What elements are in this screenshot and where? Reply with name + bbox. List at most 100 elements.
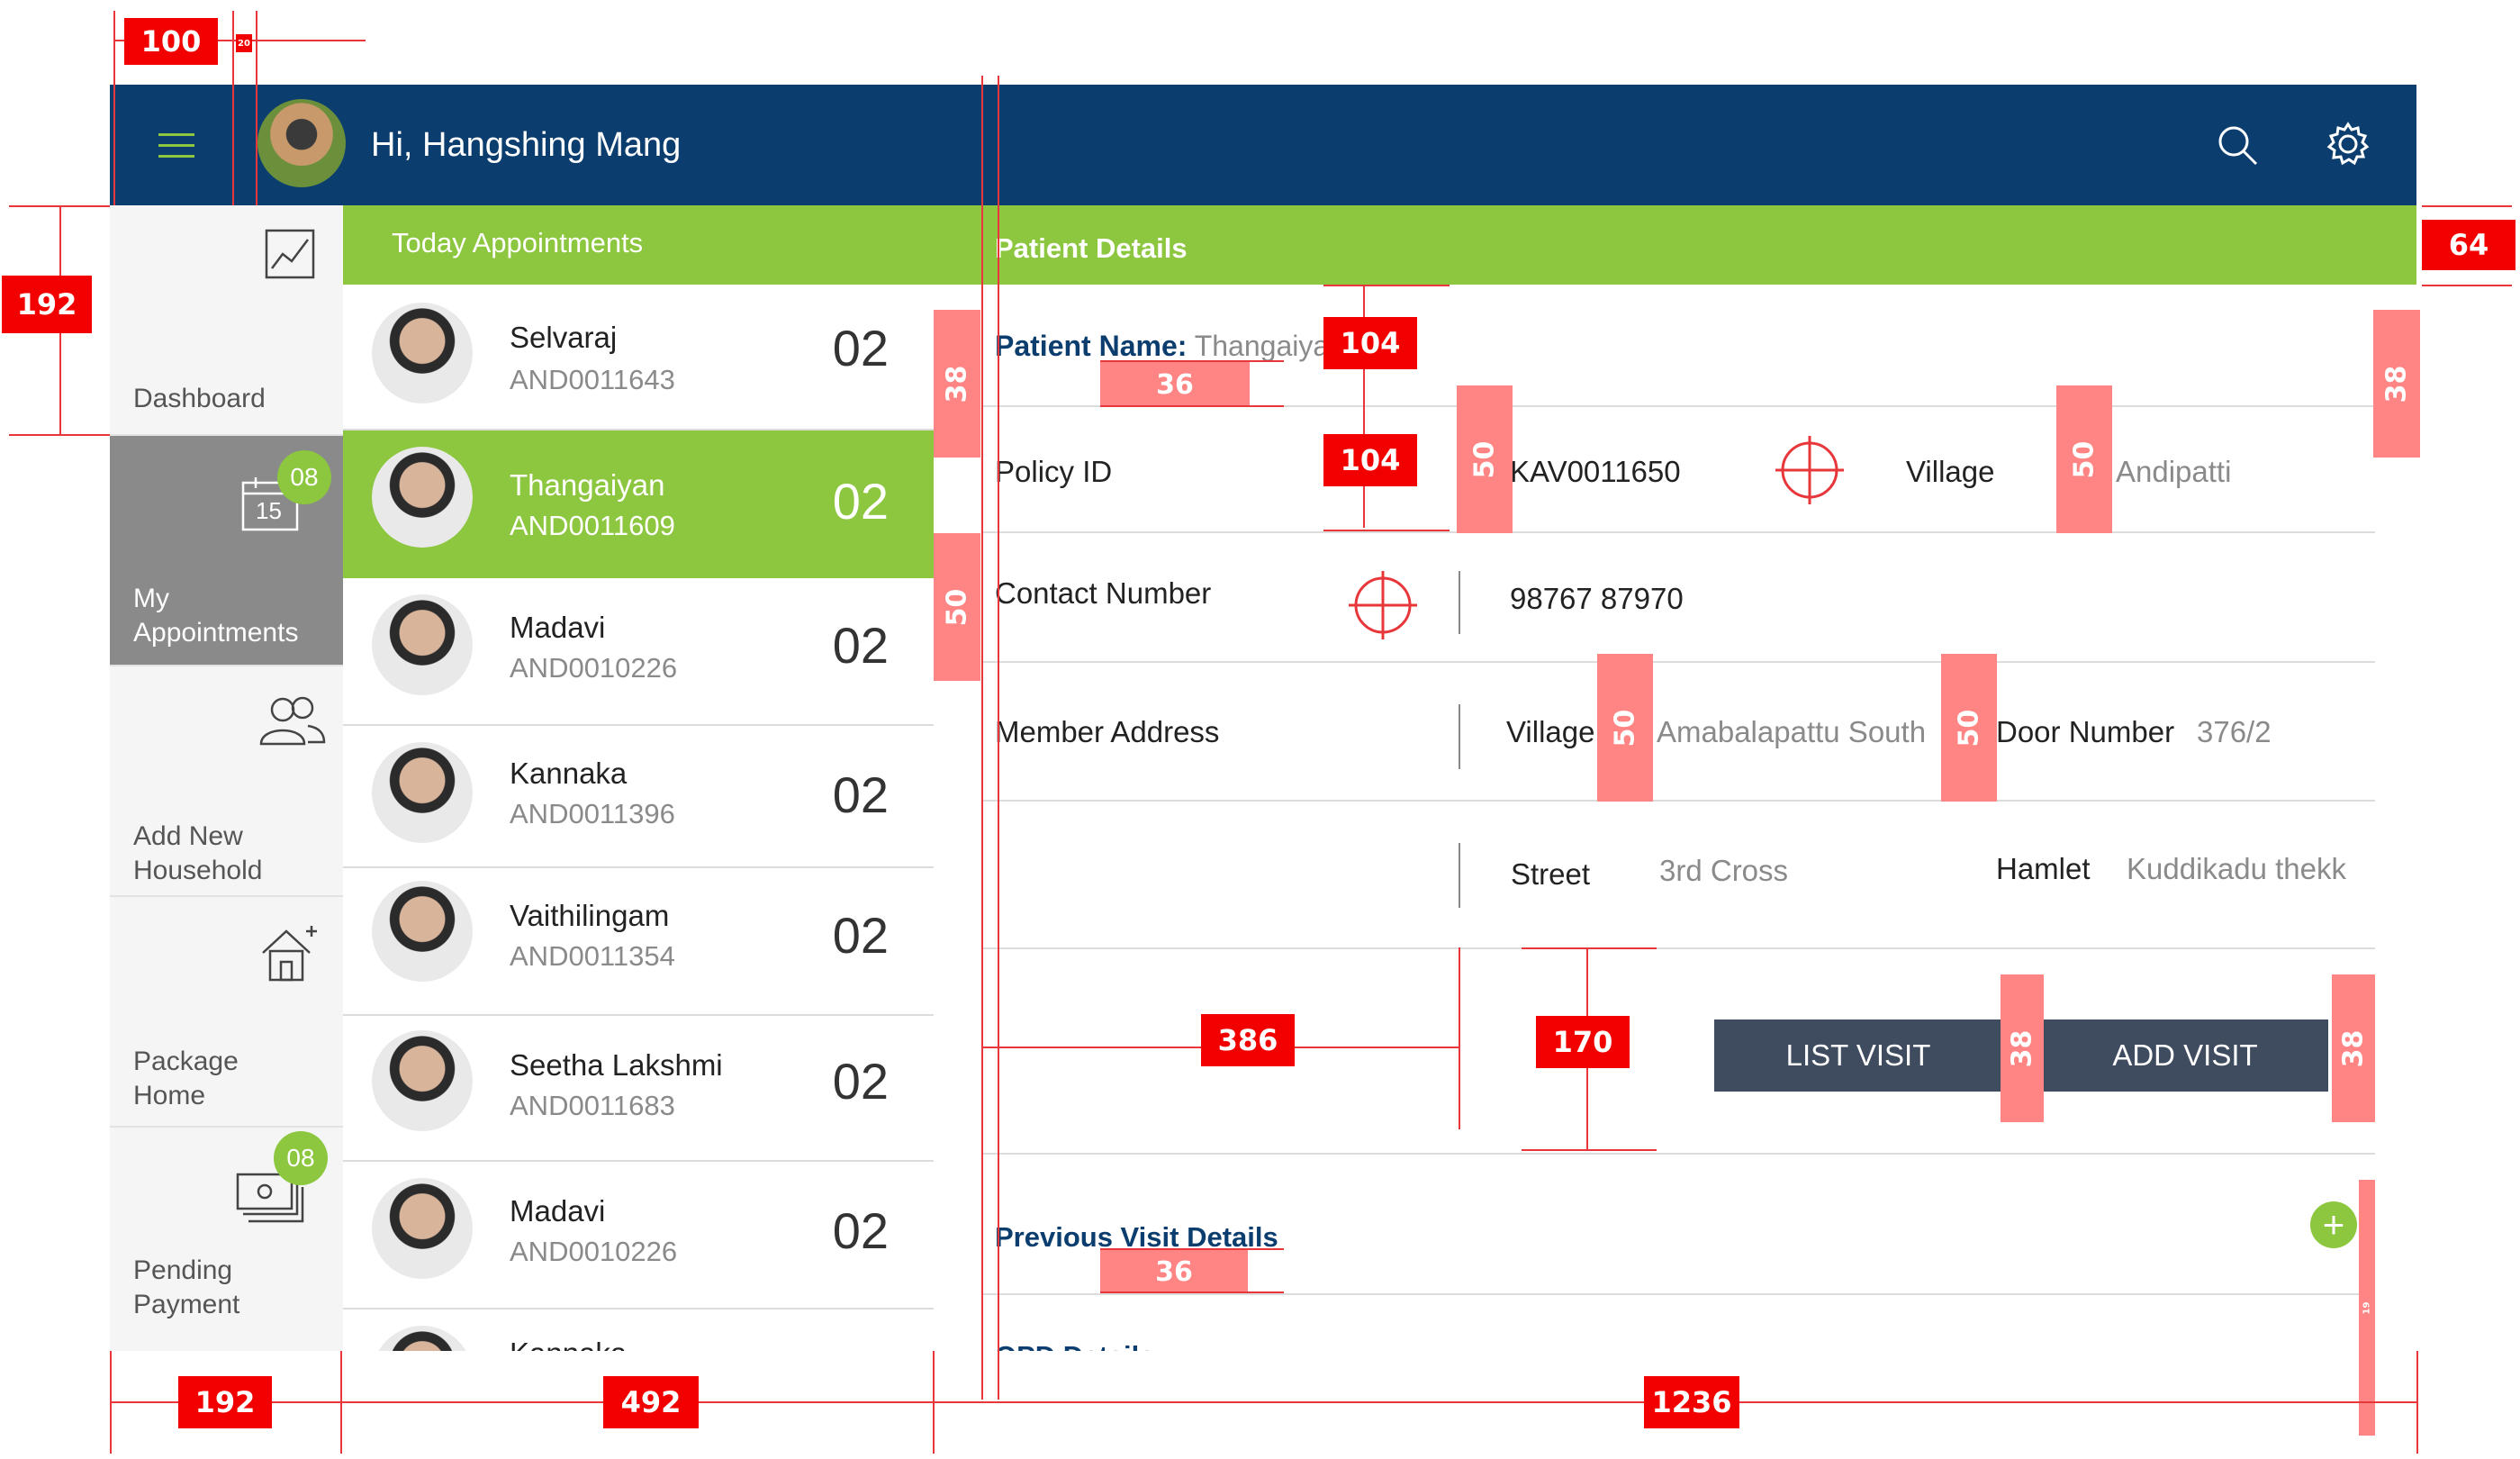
patient-name: Patient Name: Thangaiya (995, 330, 1329, 363)
appointment-name: Madavi (510, 1194, 606, 1228)
list-visit-button[interactable]: LIST VISIT (1714, 1019, 2002, 1092)
appointment-id: AND0011354 (510, 940, 675, 972)
contact-number-label: Contact Number (995, 576, 1212, 610)
appointment-row[interactable]: Selvaraj AND0011643 02 (343, 285, 934, 429)
appointment-name: Vaithilingam (510, 899, 670, 932)
sidebar-item-my-appointments[interactable]: 15 08 My Appointments (110, 436, 343, 665)
user-avatar[interactable] (257, 99, 346, 187)
guide-line (2422, 285, 2512, 286)
spec-label: 50 (2056, 385, 2112, 533)
sidebar-item-pending-payment[interactable]: 08 Pending Payment (110, 1128, 343, 1356)
guide-line (1100, 1248, 1284, 1250)
appointment-row[interactable]: Madavi AND0010226 02 (343, 1162, 934, 1306)
spec-label: 50 (1597, 654, 1653, 802)
appointment-id: AND0010226 (510, 652, 678, 684)
patient-avatar (372, 1326, 473, 1351)
spec-label: 38 (934, 310, 980, 458)
appointment-count: 02 (832, 1053, 889, 1110)
village-label: Village (1906, 455, 1995, 488)
divider (981, 947, 2375, 949)
home-icon (257, 924, 321, 983)
spec-label: 64 (2422, 220, 2515, 270)
appointments-badge: 08 (277, 450, 331, 504)
appointment-name: Selvaraj (510, 321, 618, 354)
appointment-name: Kannaka (510, 1337, 627, 1351)
spec-label: 104 (1323, 317, 1417, 369)
chart-icon (265, 229, 315, 279)
appointment-name: Kannaka (510, 757, 628, 790)
payment-badge: 08 (274, 1131, 328, 1185)
sidebar-item-add-household[interactable]: Add New Household (110, 666, 343, 895)
crosshair-icon (1349, 571, 1417, 639)
appointment-row[interactable]: Kannaka AND0011396 02 (343, 726, 934, 870)
appointment-name: Thangaiyan (510, 468, 665, 502)
patient-details-title: Patient Details (995, 232, 1188, 264)
appointment-name: Seetha Lakshmi (510, 1048, 723, 1082)
crosshair-icon (1775, 436, 1844, 504)
appointment-id: AND0011683 (510, 1090, 675, 1121)
appointment-row[interactable]: Vaithilingam AND0011354 02 (343, 868, 934, 1012)
spec-label: 100 (124, 18, 218, 65)
users-icon (257, 693, 326, 748)
divider (981, 531, 2375, 533)
appointment-row-selected[interactable]: Thangaiyan AND0011609 02 (343, 430, 934, 578)
spec-label: 192 (2, 276, 92, 333)
appointment-id: AND0011396 (510, 798, 675, 829)
sidebar-item-label: Dashboard (133, 384, 266, 413)
appointment-count: 02 (832, 473, 889, 530)
spec-label: 20 (236, 34, 252, 52)
spec-label: 492 (603, 1376, 699, 1428)
member-address-label: Member Address (995, 715, 1220, 748)
patient-avatar (372, 881, 473, 982)
guide-line (1100, 1291, 1284, 1293)
appointment-row[interactable]: Seetha Lakshmi AND0011683 02 (343, 1016, 934, 1160)
divider (981, 1153, 2375, 1155)
guide-line (110, 1401, 2416, 1403)
hamlet-value: Kuddikadu thekk (2127, 852, 2347, 885)
divider (981, 1293, 2375, 1295)
appointment-count: 02 (832, 320, 889, 376)
spec-label: 104 (1323, 434, 1417, 486)
policy-id-label: Policy ID (995, 455, 1113, 488)
appointment-count: 02 (832, 617, 889, 674)
guide-line (113, 11, 115, 205)
guide-line (998, 76, 999, 1400)
patient-avatar (372, 1030, 473, 1131)
appointment-row[interactable]: Madavi AND0010226 02 (343, 578, 934, 722)
greeting-text: Hi, Hangshing Mang (371, 126, 682, 164)
spec-label: 36 (1100, 1250, 1248, 1293)
vertical-divider (1459, 704, 1460, 769)
guide-line (1522, 1149, 1657, 1151)
appointment-count: 02 (832, 907, 889, 964)
guide-line (981, 76, 983, 1400)
sidebar-item-package-home[interactable]: Package Home (110, 897, 343, 1126)
appointment-id: AND0010226 (510, 1236, 678, 1267)
sidebar-item-label: Add New Household (133, 821, 263, 885)
patient-avatar (372, 742, 473, 843)
search-icon[interactable] (2215, 122, 2260, 168)
guide-line (1323, 285, 1450, 286)
guide-line (2422, 205, 2512, 207)
add-visit-button[interactable]: ADD VISIT (2042, 1019, 2328, 1092)
appointments-title: Today Appointments (392, 227, 644, 258)
appointment-id: AND0011643 (510, 364, 675, 395)
patient-name-value: Thangaiya (1194, 330, 1330, 362)
spec-label: 192 (178, 1376, 272, 1428)
calendar-day: 15 (256, 497, 282, 524)
appointment-id: AND0011609 (510, 510, 675, 541)
menu-icon[interactable] (158, 131, 194, 160)
gear-icon[interactable] (2325, 121, 2371, 168)
guide-line (1522, 947, 1657, 949)
guide-line (2416, 1351, 2418, 1454)
sidebar-item-dashboard[interactable]: Dashboard (110, 205, 343, 434)
appointment-row[interactable]: Kannaka (343, 1309, 934, 1351)
address-village-value: Amabalapattu South (1657, 715, 1927, 748)
door-number-value: 376/2 (2197, 715, 2272, 748)
patient-avatar (372, 1178, 473, 1279)
sidebar-item-label: My Appointments (133, 584, 299, 648)
contact-number-value: 98767 87970 (1510, 582, 1684, 615)
sidebar-item-label: Package Home (133, 1047, 239, 1110)
spec-label: 36 (1100, 362, 1250, 407)
spec-label: 38 (2001, 974, 2044, 1122)
add-previous-visit-icon[interactable]: + (2310, 1201, 2357, 1248)
